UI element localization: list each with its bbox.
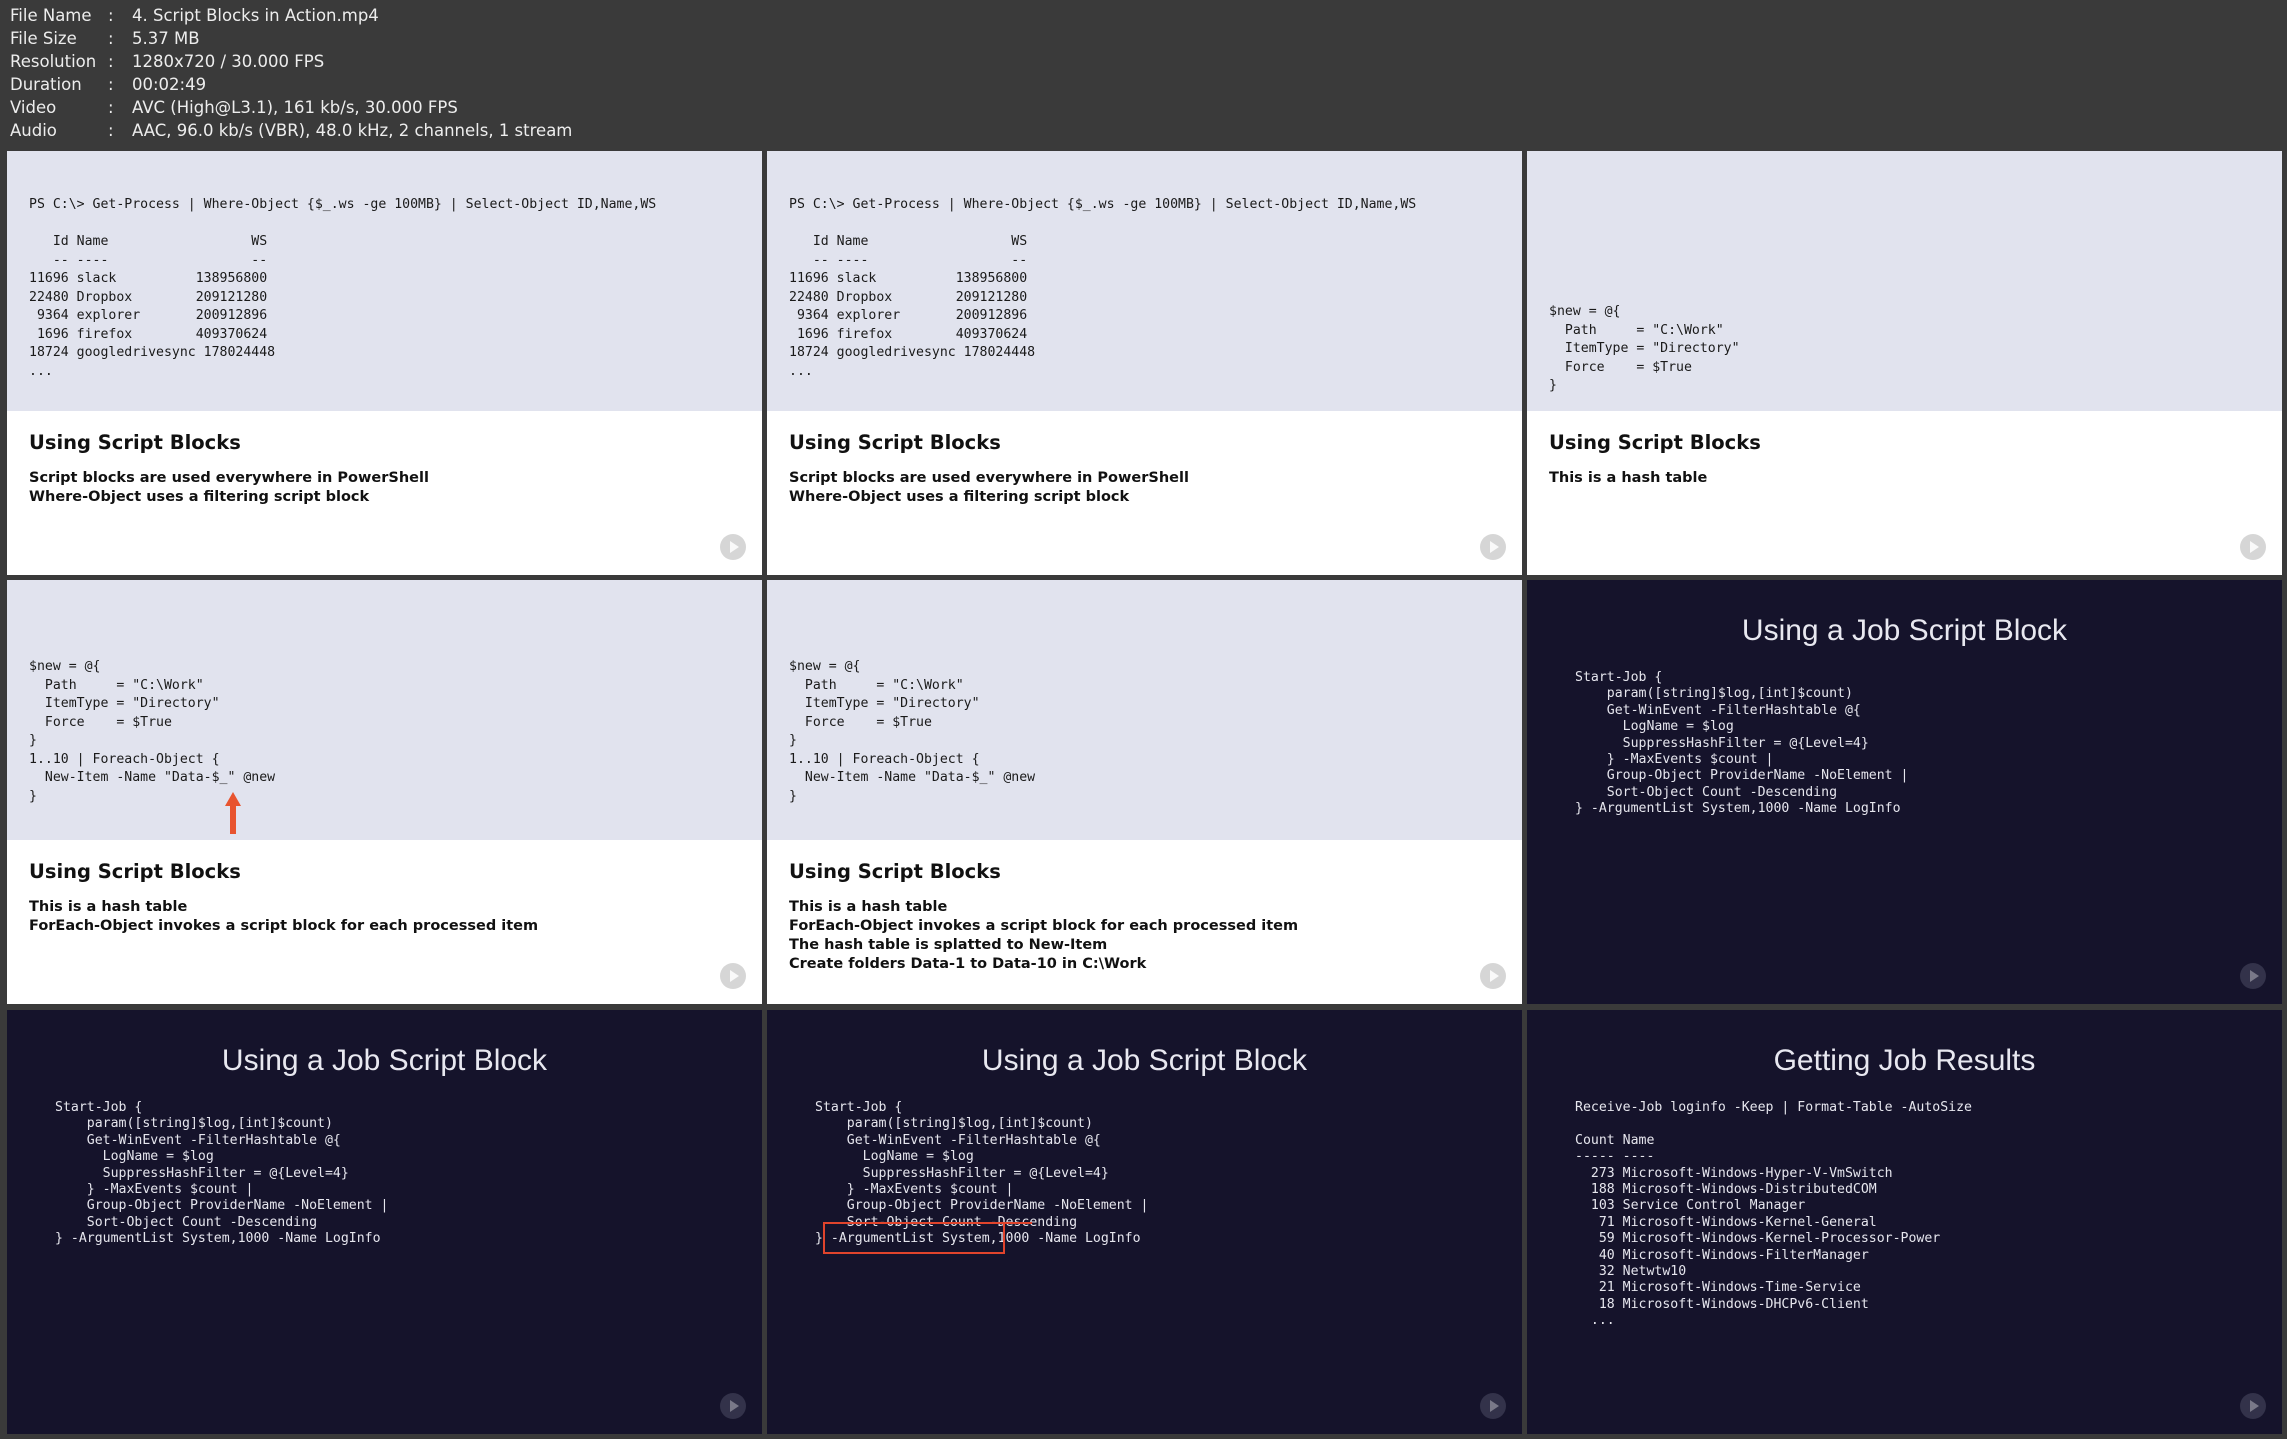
meta-row-duration: Duration:00:02:49 xyxy=(10,75,207,94)
meta-row-file-name: File Name:4. Script Blocks in Action.mp4 xyxy=(10,6,379,25)
code-block: Start-Job { param([string]$log,[int]$cou… xyxy=(1575,670,1909,817)
play-icon[interactable] xyxy=(720,534,746,560)
slide-bullets: This is a hash table ForEach-Object invo… xyxy=(29,899,539,934)
play-icon[interactable] xyxy=(1480,963,1506,989)
thumbnail-frame-4[interactable]: $new = @{ Path = "C:\Work" ItemType = "D… xyxy=(7,580,762,1004)
meta-row-video: Video: AVC (High@L3.1), 161 kb/s, 30.000 … xyxy=(10,98,458,117)
play-icon[interactable] xyxy=(2240,534,2266,560)
slide-title: Using a Job Script Block xyxy=(221,1044,548,1077)
thumbnail-frame-7[interactable]: Using a Job Script Block Start-Job { par… xyxy=(7,1010,762,1434)
file-metadata: File Name:4. Script Blocks in Action.mp4… xyxy=(10,4,572,142)
slide-bullets: This is a hash table ForEach-Object invo… xyxy=(789,899,1299,972)
meta-value: AAC, 96.0 kb/s (VBR), 48.0 kHz, 2 channe… xyxy=(132,121,573,140)
arrow-up-icon xyxy=(225,792,241,834)
thumbnail-frame-5[interactable]: $new = @{ Path = "C:\Work" ItemType = "D… xyxy=(767,580,1522,1004)
play-icon[interactable] xyxy=(1480,1393,1506,1419)
meta-key: Audio xyxy=(10,121,57,140)
code-block: $new = @{ Path = "C:\Work" ItemType = "D… xyxy=(1549,304,1740,393)
thumbnail-frame-9[interactable]: Getting Job Results Receive-Job loginfo … xyxy=(1527,1010,2282,1434)
slide-title: Using Script Blocks xyxy=(29,860,241,883)
meta-key: Resolution xyxy=(10,52,97,71)
play-icon[interactable] xyxy=(2240,1393,2266,1419)
slide-bullets: This is a hash table xyxy=(1549,470,1708,486)
code-block: $new = @{ Path = "C:\Work" ItemType = "D… xyxy=(789,659,1036,804)
code-panel: $new = @{ Path = "C:\Work" ItemType = "D… xyxy=(7,580,762,840)
code-block: PS C:\> Get-Process | Where-Object {$_.w… xyxy=(789,197,1417,379)
code-panel: PS C:\> Get-Process | Where-Object {$_.w… xyxy=(767,151,1522,411)
meta-row-audio: Audio: AAC, 96.0 kb/s (VBR), 48.0 kHz, 2 … xyxy=(10,121,573,140)
code-panel: $new = @{ Path = "C:\Work" ItemType = "D… xyxy=(767,580,1522,840)
slide-title: Getting Job Results xyxy=(1773,1044,2036,1077)
code-panel: $new = @{ Path = "C:\Work" ItemType = "D… xyxy=(1527,151,2282,411)
slide-title: Using Script Blocks xyxy=(789,431,1001,454)
thumbnail-frame-3[interactable]: $new = @{ Path = "C:\Work" ItemType = "D… xyxy=(1527,151,2282,575)
play-icon[interactable] xyxy=(1480,534,1506,560)
slide-title: Using Script Blocks xyxy=(1549,431,1761,454)
code-block: Receive-Job loginfo -Keep | Format-Table… xyxy=(1575,1100,1972,1329)
meta-row-file-size: File Size:5.37 MB xyxy=(10,29,200,48)
meta-value: 4. Script Blocks in Action.mp4 xyxy=(132,6,379,25)
meta-value: 1280x720 / 30.000 FPS xyxy=(132,52,325,71)
thumbnail-frame-8[interactable]: Using a Job Script Block Start-Job { par… xyxy=(767,1010,1522,1434)
slide-title: Using Script Blocks xyxy=(29,431,241,454)
play-icon[interactable] xyxy=(720,963,746,989)
meta-value: 5.37 MB xyxy=(132,29,200,48)
slide-title: Using a Job Script Block xyxy=(1741,614,2068,647)
code-block: PS C:\> Get-Process | Where-Object {$_.w… xyxy=(29,197,657,379)
slide-title: Using Script Blocks xyxy=(789,860,1001,883)
meta-value: 00:02:49 xyxy=(132,75,207,94)
slide-title: Using a Job Script Block xyxy=(981,1044,1308,1077)
meta-value: AVC (High@L3.1), 161 kb/s, 30.000 FPS xyxy=(132,98,458,117)
meta-key: Duration xyxy=(10,75,82,94)
slide-bullets: Script blocks are used everywhere in Pow… xyxy=(29,470,429,505)
meta-row-resolution: Resolution:1280x720 / 30.000 FPS xyxy=(10,52,325,71)
code-panel: PS C:\> Get-Process | Where-Object {$_.w… xyxy=(7,151,762,411)
meta-key: Video xyxy=(10,98,57,117)
code-block: $new = @{ Path = "C:\Work" ItemType = "D… xyxy=(29,659,276,804)
thumbnail-frame-1[interactable]: PS C:\> Get-Process | Where-Object {$_.w… xyxy=(7,151,762,575)
play-icon[interactable] xyxy=(2240,963,2266,989)
slide-bullets: Script blocks are used everywhere in Pow… xyxy=(789,470,1189,505)
code-block: Start-Job { param([string]$log,[int]$cou… xyxy=(55,1100,389,1247)
meta-key: File Size xyxy=(10,29,77,48)
play-icon[interactable] xyxy=(720,1393,746,1419)
meta-key: File Name xyxy=(10,6,92,25)
thumbnail-frame-2[interactable]: PS C:\> Get-Process | Where-Object {$_.w… xyxy=(767,151,1522,575)
highlight-box xyxy=(823,1222,1005,1254)
thumbnail-frame-6[interactable]: Using a Job Script Block Start-Job { par… xyxy=(1527,580,2282,1004)
